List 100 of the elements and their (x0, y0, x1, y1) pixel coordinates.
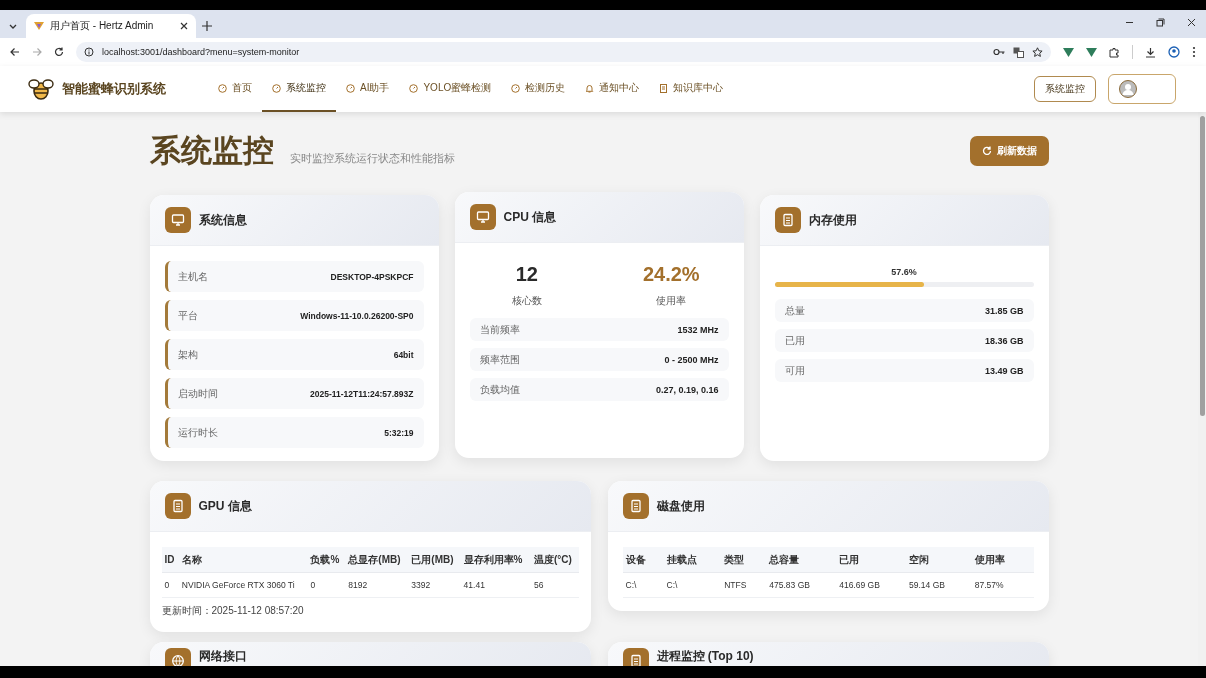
card-title: 进程监控 (Top 10) (656, 648, 754, 665)
translate-icon[interactable] (1013, 46, 1024, 58)
column-header: 挂载点 (663, 547, 722, 573)
nav-tab[interactable]: 知识库中心 (649, 66, 734, 112)
gauge-icon (218, 83, 227, 93)
user-menu-button[interactable] (1108, 74, 1176, 104)
profile-icon[interactable] (1168, 46, 1180, 58)
globe-icon (170, 654, 185, 666)
stat-value: 24.2% (642, 263, 700, 286)
document-icon (780, 213, 795, 227)
table-cell: C:\ (663, 572, 722, 598)
table-cell: NTFS (721, 572, 767, 598)
gauge-icon (511, 83, 521, 93)
table-cell: 41.41 (460, 572, 531, 598)
download-icon[interactable] (1145, 46, 1156, 58)
card-title: 内存使用 (808, 211, 857, 229)
column-header: 负载% (307, 547, 346, 573)
key-icon[interactable] (993, 47, 1005, 57)
close-icon[interactable] (180, 22, 188, 30)
column-header: 类型 (721, 547, 767, 573)
stat-label: 使用率 (656, 294, 687, 308)
column-header: 显存利用率% (460, 547, 531, 573)
column-header: 总显存(MB) (345, 547, 409, 573)
table-cell: 0 (307, 572, 346, 598)
refresh-button[interactable]: 刷新数据 (969, 136, 1049, 166)
nav-tab[interactable]: 通知中心 (575, 66, 650, 112)
stat-label: 核心数 (511, 294, 542, 308)
gauge-icon (409, 83, 419, 93)
stat-value: 12 (515, 263, 538, 286)
triangle-icon (34, 21, 44, 31)
card-title: 磁盘使用 (656, 497, 705, 515)
column-header: 已用(MB) (408, 547, 461, 573)
row-label: 运行时长 (177, 425, 218, 440)
row-value: 13.49 GB (984, 365, 1024, 376)
restore-icon[interactable] (1156, 18, 1165, 27)
row-value: 5:32:19 (384, 427, 414, 438)
row-value: DESKTOP-4PSKPCF (330, 271, 414, 282)
table-cell: 0 (161, 572, 179, 598)
bee-logo-icon (28, 77, 54, 101)
nav-tab[interactable]: 首页 (208, 66, 262, 112)
reload-icon[interactable] (54, 47, 64, 57)
plus-icon[interactable] (202, 21, 212, 31)
table-cell: 56 (530, 572, 579, 598)
nav-tab[interactable]: 检测历史 (501, 66, 576, 112)
close-icon[interactable] (1187, 18, 1196, 27)
row-label: 架构 (177, 347, 198, 362)
brand-name: 智能蜜蜂识别系统 (62, 80, 166, 98)
nav-tab[interactable]: YOLO蜜蜂检测 (399, 66, 502, 112)
row-label: 负载均值 (479, 382, 520, 397)
row-value: 31.85 GB (984, 305, 1024, 316)
column-header: 总容量 (766, 547, 837, 573)
page-title: 系统监控 (149, 134, 274, 168)
page-subtitle: 实时监控系统运行状态和性能指标 (289, 151, 456, 166)
column-header: 已用 (836, 547, 907, 573)
row-label: 启动时间 (177, 386, 218, 401)
row-value: 2025-11-12T11:24:57.893Z (310, 388, 414, 399)
nav-tab[interactable]: AI助手 (336, 66, 400, 112)
column-header: 空闲 (906, 547, 972, 573)
monitor-icon (170, 213, 185, 227)
card-title: 系统信息 (198, 211, 247, 229)
column-header: ID (161, 547, 179, 573)
star-icon[interactable] (1032, 46, 1043, 58)
row-label: 当前频率 (479, 322, 520, 337)
system-monitor-button[interactable]: 系统监控 (1034, 76, 1096, 102)
row-label: 总量 (784, 303, 805, 318)
row-value: 64bit (393, 349, 414, 360)
card-title: GPU 信息 (198, 497, 252, 515)
row-value: Windows-11-10.0.26200-SP0 (300, 310, 414, 321)
table-cell: C:\ (622, 572, 664, 598)
monitor-icon (475, 210, 490, 224)
row-label: 主机名 (177, 269, 208, 284)
browser-tab[interactable]: 用户首页 - Hertz Admin (26, 14, 196, 38)
address-bar[interactable]: localhost:3001/dashboard?menu=system-monitor (76, 42, 1051, 62)
row-label: 已用 (784, 333, 805, 348)
column-header: 使用率 (971, 547, 1034, 573)
row-value: 1532 MHz (677, 324, 719, 335)
row-label: 平台 (177, 308, 198, 323)
extension-v-icon[interactable] (1063, 46, 1074, 58)
tab-title: 用户首页 - Hertz Admin (50, 19, 155, 33)
avatar-icon (1119, 80, 1137, 98)
menu-icon[interactable] (1192, 46, 1196, 58)
update-time: 更新时间：2025-11-12 08:57:20 (161, 604, 305, 618)
table-cell: 87.57% (971, 572, 1034, 598)
table-cell: 8192 (345, 572, 409, 598)
url-text: localhost:3001/dashboard?menu=system-monitor (102, 47, 301, 57)
document-icon (170, 499, 185, 513)
extension-v-icon[interactable] (1086, 46, 1097, 58)
table-cell: 59.14 GB (906, 572, 972, 598)
site-info-icon[interactable] (84, 47, 94, 57)
document-icon (659, 83, 669, 93)
card-title: 网络接口 (198, 648, 247, 665)
row-value: 0.27, 0.19, 0.16 (655, 384, 719, 395)
puzzle-icon[interactable] (1109, 46, 1120, 58)
refresh-icon (981, 146, 992, 156)
table-cell: 3392 (408, 572, 461, 598)
back-icon[interactable] (10, 47, 20, 57)
table-cell: 416.69 GB (836, 572, 907, 598)
document-icon (628, 499, 643, 513)
table-cell: NVIDIA GeForce RTX 3060 Ti (178, 572, 308, 598)
document-icon (628, 654, 643, 666)
